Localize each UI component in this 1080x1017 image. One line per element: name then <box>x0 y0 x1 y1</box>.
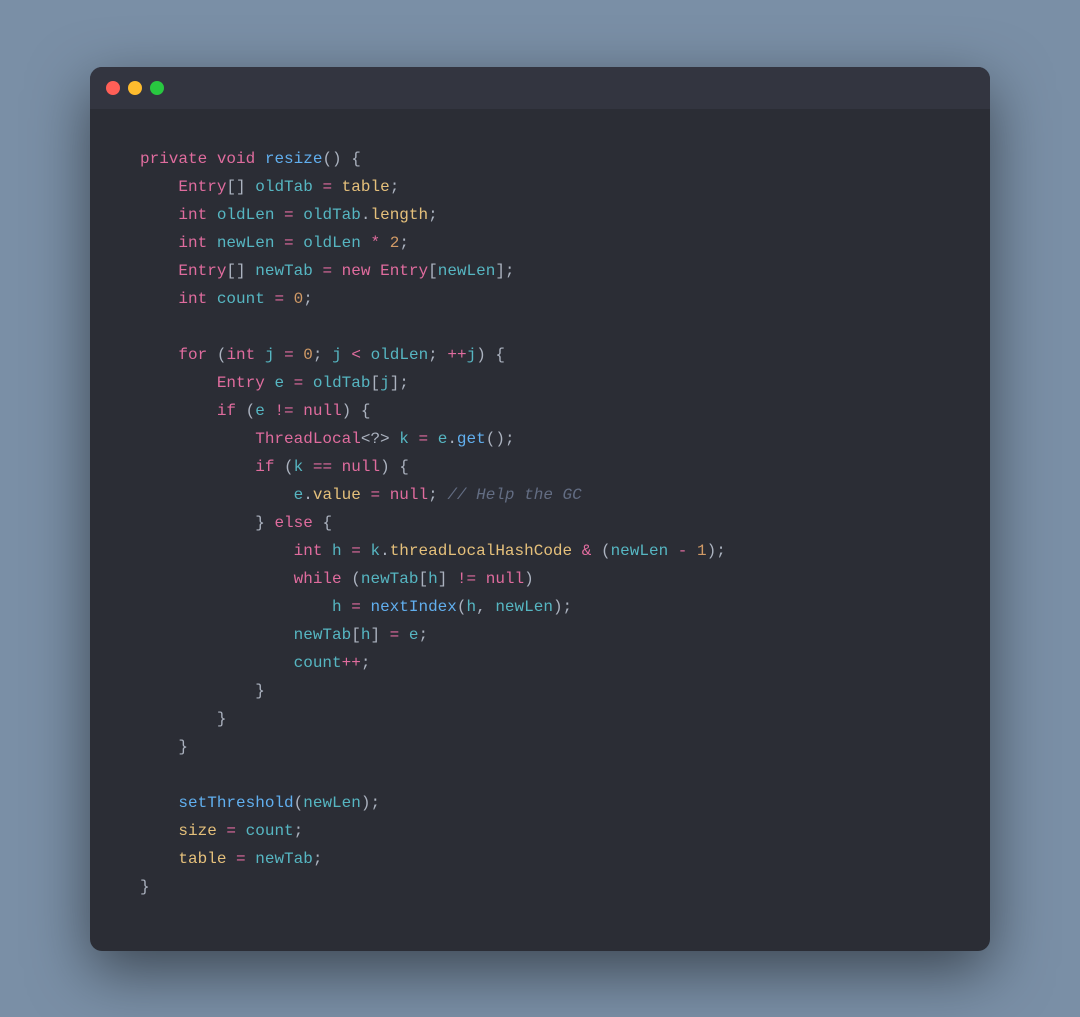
code-line: } <box>140 873 940 901</box>
minimize-button[interactable] <box>128 81 142 95</box>
code-line: Entry[] oldTab = table; <box>140 173 940 201</box>
code-line: Entry e = oldTab[j]; <box>140 369 940 397</box>
titlebar <box>90 67 990 109</box>
code-line: newTab[h] = e; <box>140 621 940 649</box>
code-line: e.value = null; // Help the GC <box>140 481 940 509</box>
maximize-button[interactable] <box>150 81 164 95</box>
code-line: } <box>140 677 940 705</box>
code-line: setThreshold(newLen); <box>140 789 940 817</box>
code-line <box>140 761 940 789</box>
code-line: Entry[] newTab = new Entry[newLen]; <box>140 257 940 285</box>
code-line: while (newTab[h] != null) <box>140 565 940 593</box>
code-line: for (int j = 0; j < oldLen; ++j) { <box>140 341 940 369</box>
code-line: int newLen = oldLen * 2; <box>140 229 940 257</box>
code-line: ThreadLocal<?> k = e.get(); <box>140 425 940 453</box>
code-editor: private void resize() { Entry[] oldTab =… <box>90 109 990 951</box>
code-line: } else { <box>140 509 940 537</box>
code-line: if (k == null) { <box>140 453 940 481</box>
code-line: count++; <box>140 649 940 677</box>
code-line: if (e != null) { <box>140 397 940 425</box>
code-line: h = nextIndex(h, newLen); <box>140 593 940 621</box>
code-line: table = newTab; <box>140 845 940 873</box>
code-line <box>140 313 940 341</box>
code-line: int h = k.threadLocalHashCode & (newLen … <box>140 537 940 565</box>
code-line: } <box>140 705 940 733</box>
code-line: size = count; <box>140 817 940 845</box>
close-button[interactable] <box>106 81 120 95</box>
code-line: private void resize() { <box>140 145 940 173</box>
code-line: int oldLen = oldTab.length; <box>140 201 940 229</box>
code-window: private void resize() { Entry[] oldTab =… <box>90 67 990 951</box>
code-line: int count = 0; <box>140 285 940 313</box>
code-line: } <box>140 733 940 761</box>
